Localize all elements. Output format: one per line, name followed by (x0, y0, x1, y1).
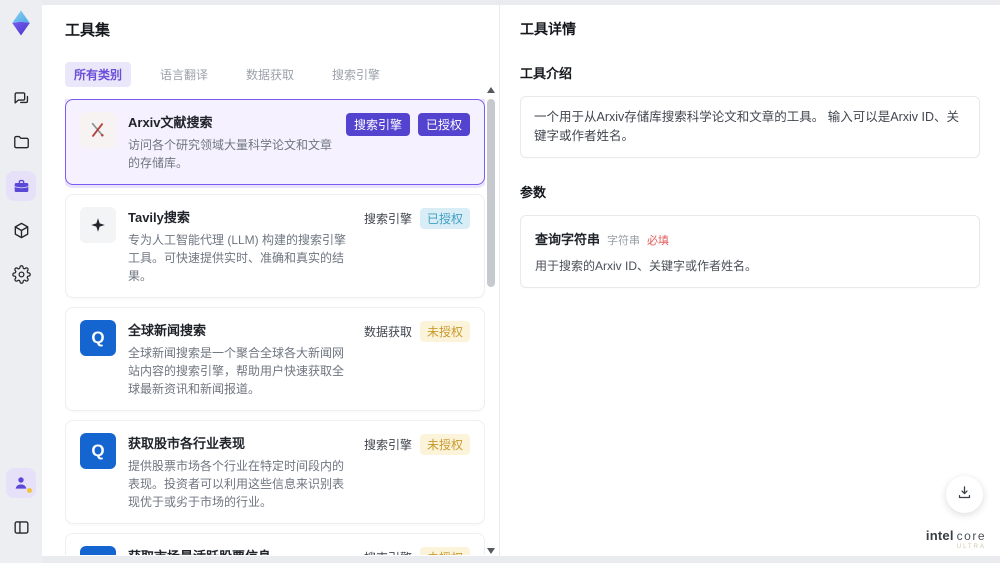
news-q-icon: Q (80, 320, 116, 356)
tool-title: 全球新闻搜索 (128, 323, 207, 338)
tool-list-item-arxiv[interactable]: Arxiv文献搜索 访问各个研究领域大量科学论文和文章的存储库。 搜索引擎 已授… (65, 99, 485, 185)
sidebar-item-files[interactable] (6, 127, 36, 157)
params-heading: 参数 (520, 184, 547, 200)
page-title: 工具集 (65, 22, 111, 39)
tool-description: 提供股票市场各个行业在特定时间段内的表现。投资者可以利用这些信息来识别表现优于或… (128, 459, 345, 509)
tool-list-item-active-stocks[interactable]: Q 获取市场最活跃股票信息 提供当天交易量最高的股票列表。投资者可以利用这些信息… (65, 533, 485, 555)
status-badge: 已授权 (417, 113, 470, 136)
tab-all-categories[interactable]: 所有类别 (65, 62, 132, 87)
parameter-card: 查询字符串 字符串 必填 用于搜索的Arxiv ID、关键字或作者姓名。 (520, 214, 980, 288)
tool-title: Arxiv文献搜索 (128, 115, 213, 130)
param-description: 用于搜索的Arxiv ID、关键字或作者姓名。 (535, 258, 758, 273)
category-label: 搜索引擎 (364, 549, 412, 555)
core-wordmark: core (956, 529, 986, 543)
sidebar-item-tools[interactable] (6, 171, 36, 201)
status-badge: 未授权 (419, 547, 470, 555)
chat-icon (12, 89, 31, 108)
tool-title: Tavily搜索 (128, 210, 190, 225)
param-type: 字符串 (607, 234, 641, 247)
scrollbar-up-arrow-icon[interactable] (487, 87, 495, 93)
category-label: 数据获取 (363, 325, 412, 339)
scrollbar-down-arrow-icon[interactable] (487, 548, 495, 554)
cube-icon (12, 221, 31, 240)
category-label: 搜索引擎 (363, 438, 412, 452)
tool-details-panel: 工具详情 工具介绍 一个用于从Arxiv存储库搜索科学论文和文章的工具。 输入可… (500, 5, 1000, 556)
sidebar-item-models[interactable] (6, 215, 36, 245)
tavily-star-icon (80, 207, 116, 243)
notification-dot (27, 488, 32, 493)
tool-title: 获取市场最活跃股票信息 (128, 546, 352, 555)
folder-icon (12, 133, 31, 152)
gear-icon (11, 264, 31, 284)
details-title: 工具详情 (520, 21, 576, 37)
panel-icon (12, 518, 31, 537)
intro-box: 一个用于从Arxiv存储库搜索科学论文和文章的工具。 输入可以是Arxiv ID… (520, 96, 980, 158)
sidebar-item-settings[interactable] (6, 259, 36, 289)
tool-description: 专为人工智能代理 (LLM) 构建的搜索引擎工具。可快速提供实时、准确和真实的结… (128, 233, 347, 283)
download-button[interactable] (946, 476, 983, 513)
arxiv-icon (80, 112, 116, 148)
intel-wordmark: intel (925, 528, 954, 543)
sidebar (0, 0, 42, 563)
app-logo-icon (4, 6, 38, 40)
briefcase-icon (12, 177, 31, 196)
intro-heading: 工具介绍 (520, 66, 573, 81)
status-badge: 已授权 (419, 208, 470, 229)
tab-data-acquisition[interactable]: 数据获取 (237, 62, 303, 87)
sidebar-item-profile[interactable] (6, 468, 36, 498)
intel-core-logo: intel core ULTRA (926, 529, 986, 550)
tool-list-panel: 工具集 所有类别 语言翻译 数据获取 搜索引擎 Arxiv文献搜索 访问各个研究… (42, 5, 500, 556)
param-required-badge: 必填 (647, 234, 670, 247)
download-icon (956, 484, 973, 506)
scrollbar[interactable] (486, 87, 496, 554)
tool-description: 访问各个研究领域大量科学论文和文章的存储库。 (128, 138, 333, 170)
tab-search-engine[interactable]: 搜索引擎 (323, 62, 389, 87)
main-content: 工具集 所有类别 语言翻译 数据获取 搜索引擎 Arxiv文献搜索 访问各个研究… (42, 5, 1000, 556)
category-badge: 搜索引擎 (345, 113, 410, 136)
status-badge: 未授权 (419, 321, 470, 342)
param-name: 查询字符串 (535, 231, 601, 247)
category-label: 搜索引擎 (363, 212, 412, 226)
scrollbar-thumb[interactable] (487, 99, 495, 287)
sidebar-item-chat[interactable] (6, 83, 36, 113)
tool-list-item-global-news[interactable]: Q 全球新闻搜索 全球新闻搜索是一个聚合全球各大新闻网站内容的搜索引擎，帮助用户… (65, 307, 485, 411)
tool-list-item-tavily[interactable]: Tavily搜索 专为人工智能代理 (LLM) 构建的搜索引擎工具。可快速提供实… (65, 194, 485, 298)
news-q-icon: Q (80, 546, 116, 555)
category-tabs: 所有类别 语言翻译 数据获取 搜索引擎 (65, 62, 499, 87)
tool-title: 获取股市各行业表现 (128, 436, 246, 451)
sidebar-item-panel-toggle[interactable] (6, 512, 36, 542)
ultra-wordmark: ULTRA (956, 544, 986, 550)
tool-list-item-sector-performance[interactable]: Q 获取股市各行业表现 提供股票市场各个行业在特定时间段内的表现。投资者可以利用… (65, 420, 485, 524)
status-badge: 未授权 (419, 434, 470, 455)
tool-list: Arxiv文献搜索 访问各个研究领域大量科学论文和文章的存储库。 搜索引擎 已授… (65, 99, 485, 555)
tab-language-translation[interactable]: 语言翻译 (151, 62, 217, 87)
news-q-icon: Q (80, 433, 116, 469)
tool-description: 全球新闻搜索是一个聚合全球各大新闻网站内容的搜索引擎，帮助用户快速获取全球最新资… (128, 346, 345, 396)
app-window: 工具集 所有类别 语言翻译 数据获取 搜索引擎 Arxiv文献搜索 访问各个研究… (0, 0, 1000, 563)
